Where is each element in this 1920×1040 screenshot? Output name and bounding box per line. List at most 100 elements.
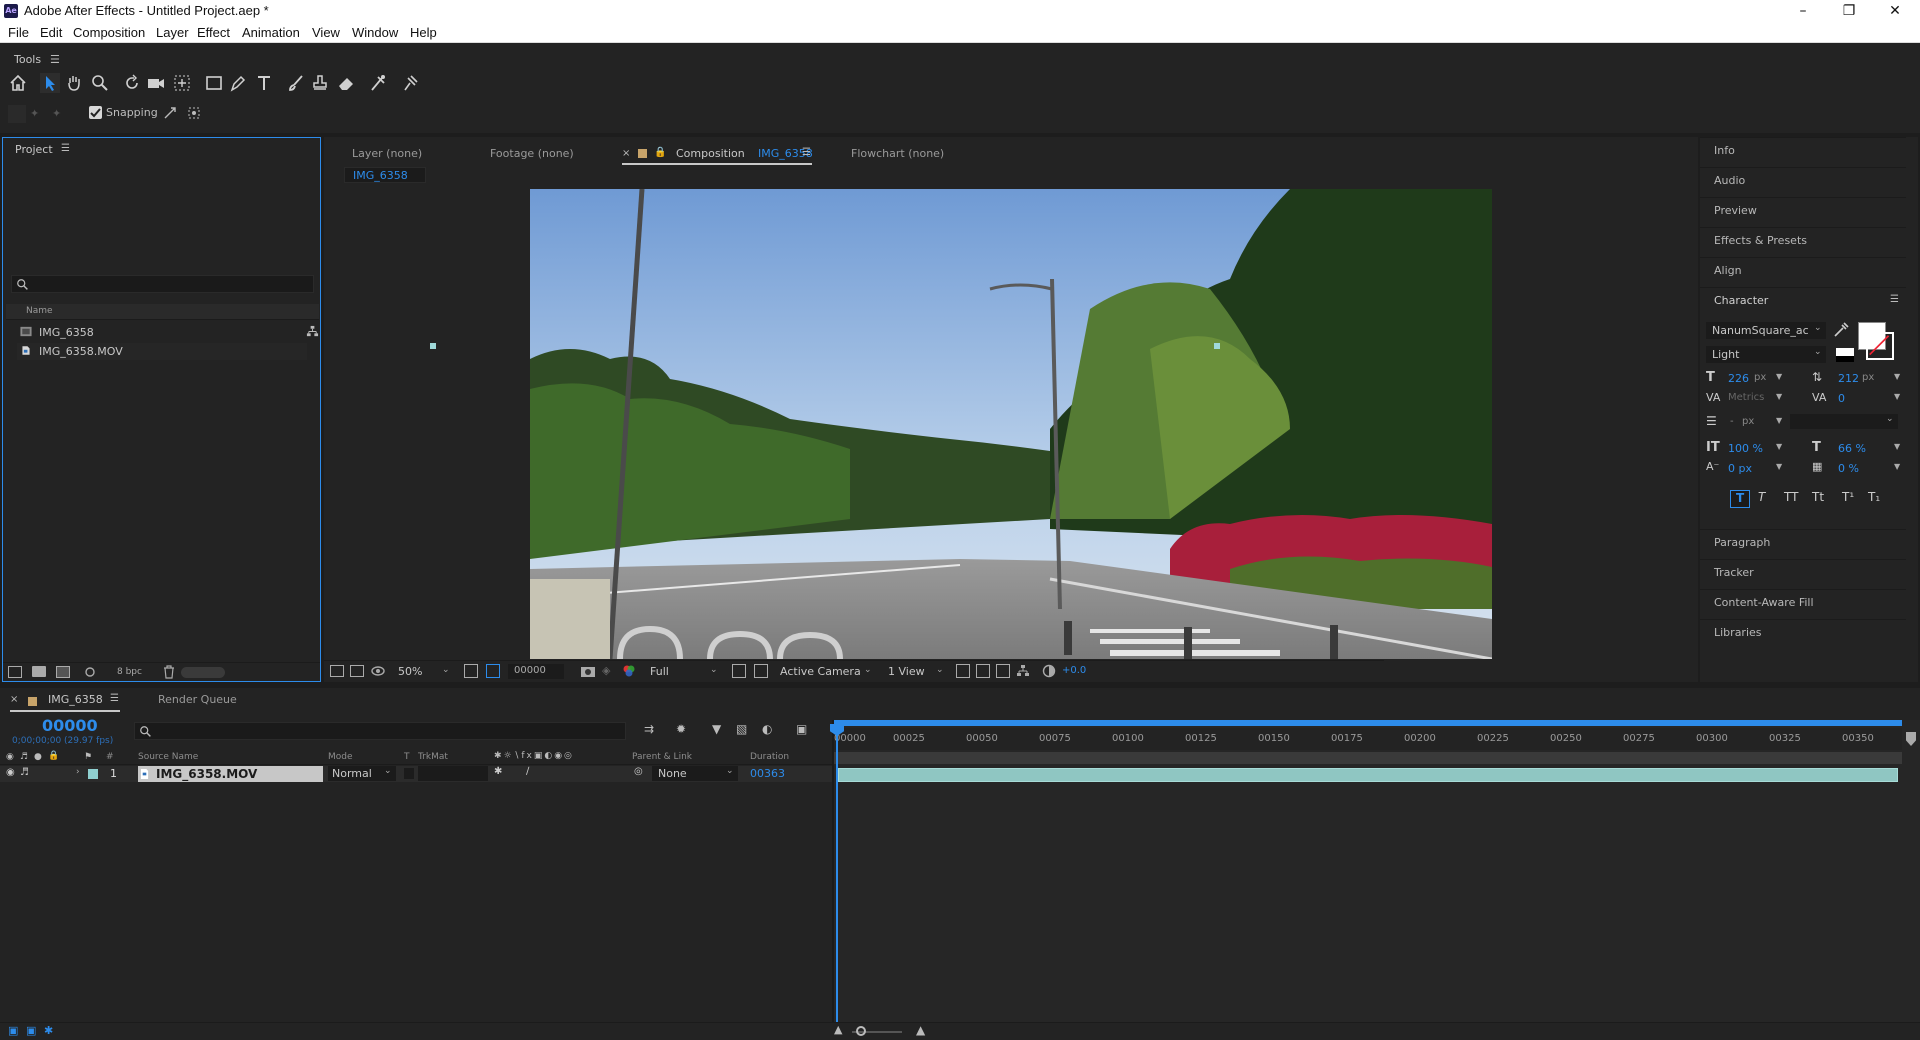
roto-brush-tool-icon[interactable] — [368, 73, 388, 93]
time-ruler[interactable]: 00000 00025 00050 00075 00100 00125 0015… — [834, 728, 1902, 750]
comp-end-marker[interactable] — [1906, 732, 1916, 746]
home-icon[interactable] — [8, 73, 28, 93]
view-axis-icon[interactable]: ✦ — [52, 107, 66, 121]
new-folder-icon[interactable] — [32, 666, 46, 677]
frame-blending-icon[interactable]: ▧ — [736, 722, 752, 738]
chevron-down-icon[interactable]: ▼ — [1776, 442, 1782, 451]
menu-window[interactable]: Window — [352, 25, 398, 40]
show-snapshot-icon[interactable]: ◈ — [602, 664, 616, 678]
pickwhip-icon[interactable]: ◎ — [634, 766, 643, 777]
resolution-dropdown[interactable]: Full ⌄ — [642, 663, 722, 680]
small-caps-button[interactable]: Tt — [1812, 490, 1824, 504]
rotate-tool-icon[interactable] — [122, 73, 142, 93]
tab-flowchart[interactable]: Flowchart (none) — [851, 147, 944, 160]
chevron-down-icon[interactable]: ▼ — [1894, 392, 1900, 401]
region-of-interest-icon[interactable] — [486, 664, 500, 678]
layer-switches-toggle-icon[interactable]: ▣ — [8, 1024, 18, 1037]
source-name-column-label[interactable]: Source Name — [138, 752, 198, 762]
eyedropper-icon[interactable] — [1832, 321, 1850, 339]
fast-draft-icon[interactable] — [976, 664, 990, 678]
panel-content-aware-fill[interactable]: Content-Aware Fill — [1700, 589, 1906, 617]
tab-render-queue[interactable]: Render Queue — [158, 693, 237, 706]
chevron-down-icon[interactable]: ▼ — [1894, 442, 1900, 451]
menu-composition[interactable]: Composition — [73, 25, 145, 40]
minimize-button[interactable]: – — [1780, 0, 1826, 22]
panel-align[interactable]: Align — [1700, 257, 1906, 285]
project-settings-icon[interactable] — [82, 665, 98, 679]
tab-timeline-comp[interactable]: IMG_6358 — [48, 693, 103, 706]
lock-icon[interactable]: 🔒 — [654, 147, 666, 158]
subscript-button[interactable]: T₁ — [1868, 490, 1880, 504]
snapping-checkbox[interactable] — [89, 106, 102, 119]
font-style-dropdown[interactable]: Light ⌄ — [1706, 346, 1826, 363]
composition-mini-flowchart-icon[interactable]: ⇉ — [644, 722, 660, 738]
breadcrumb[interactable]: IMG_6358 — [344, 167, 426, 183]
toggle-pixel-aspect-icon[interactable] — [956, 664, 970, 678]
layer-label-color[interactable] — [88, 769, 98, 779]
layer-duration-bar[interactable] — [838, 768, 1898, 782]
rectangle-tool-icon[interactable] — [204, 73, 224, 93]
tab-composition[interactable]: × 🔒 Composition IMG_6358 ☰ — [622, 141, 814, 165]
draft-3d-icon[interactable]: ✹ — [676, 722, 692, 738]
flowchart-view-icon[interactable] — [1016, 664, 1030, 678]
tsume-value[interactable]: 0 % — [1838, 462, 1859, 475]
snapshot-icon[interactable] — [580, 664, 596, 678]
time-navigator[interactable] — [834, 752, 1902, 764]
expand-chevron-icon[interactable]: › — [76, 767, 80, 777]
zoom-in-icon[interactable]: ▲ — [916, 1023, 925, 1037]
view-layout-dropdown[interactable]: 1 View ⌄ — [884, 663, 948, 680]
new-composition-icon[interactable] — [56, 666, 70, 678]
clone-stamp-tool-icon[interactable] — [310, 73, 330, 93]
layer-row[interactable]: ◉ ♬ › 1 IMG_6358.MOV Normal ⌄ ✱ ∕ ◎ None… — [0, 766, 832, 782]
tab-layer[interactable]: Layer (none) — [352, 147, 422, 160]
stroke-color-swatch[interactable] — [1866, 332, 1894, 360]
exposure-value[interactable]: +0.0 — [1062, 665, 1086, 676]
chevron-down-icon[interactable]: ▼ — [1776, 392, 1782, 401]
preserve-transparency-checkbox[interactable] — [404, 768, 414, 779]
panel-menu-icon[interactable]: ☰ — [110, 693, 119, 704]
duration-value[interactable]: 00363 — [750, 767, 785, 780]
layer-name-cell[interactable]: IMG_6358.MOV — [138, 766, 323, 782]
menu-help[interactable]: Help — [410, 25, 437, 40]
type-tool-icon[interactable] — [254, 73, 274, 93]
blend-mode-dropdown[interactable]: Normal ⌄ — [328, 766, 396, 781]
menu-edit[interactable]: Edit — [40, 25, 62, 40]
stroke-style-dropdown[interactable]: ⌄ — [1790, 414, 1898, 429]
composition-frame[interactable] — [530, 189, 1492, 659]
chevron-down-icon[interactable]: ▼ — [1894, 462, 1900, 471]
work-area-bar[interactable] — [834, 720, 1902, 726]
channel-icon[interactable] — [622, 664, 636, 678]
kerning-value[interactable]: Metrics — [1728, 392, 1764, 403]
hide-shy-layers-icon[interactable]: ▼ — [712, 722, 728, 738]
current-time-display[interactable]: 00000 — [42, 716, 98, 735]
camera-tool-icon[interactable] — [146, 73, 166, 93]
audio-icon[interactable]: ♬ — [20, 767, 29, 778]
font-size-value[interactable]: 226 — [1728, 372, 1749, 385]
track-matte-dropdown[interactable] — [418, 766, 488, 781]
panel-effects-presets[interactable]: Effects & Presets — [1700, 227, 1906, 255]
set-black-white-icon[interactable] — [1836, 348, 1854, 362]
puppet-pin-tool-icon[interactable] — [400, 73, 420, 93]
snap-edges-icon[interactable] — [162, 105, 178, 121]
interpret-footage-icon[interactable] — [8, 666, 22, 678]
panel-audio[interactable]: Audio — [1700, 167, 1906, 195]
tab-footage[interactable]: Footage (none) — [490, 147, 574, 160]
transparency-grid-icon[interactable] — [754, 664, 768, 678]
close-tab-icon[interactable]: × — [622, 148, 630, 159]
parent-dropdown[interactable]: None ⌄ — [652, 766, 738, 781]
menu-file[interactable]: File — [8, 25, 29, 40]
chevron-down-icon[interactable]: ▼ — [1894, 372, 1900, 381]
close-tab-icon[interactable]: × — [10, 694, 18, 705]
chevron-down-icon[interactable]: ▼ — [1776, 416, 1782, 425]
zoom-out-icon[interactable]: ▲ — [834, 1023, 842, 1036]
brush-tool-icon[interactable] — [286, 73, 306, 93]
pan-behind-tool-icon[interactable] — [172, 73, 192, 93]
chevron-down-icon[interactable]: ▼ — [1776, 372, 1782, 381]
panel-menu-icon[interactable]: ☰ — [1890, 294, 1899, 305]
stroke-width-value[interactable]: - — [1730, 416, 1734, 427]
timeline-zoom-thumb[interactable] — [856, 1026, 866, 1036]
leading-value[interactable]: 212 — [1838, 372, 1859, 385]
tracking-value[interactable]: 0 — [1838, 392, 1845, 405]
baseline-shift-value[interactable]: 0 px — [1728, 462, 1752, 475]
eraser-tool-icon[interactable] — [336, 73, 356, 93]
